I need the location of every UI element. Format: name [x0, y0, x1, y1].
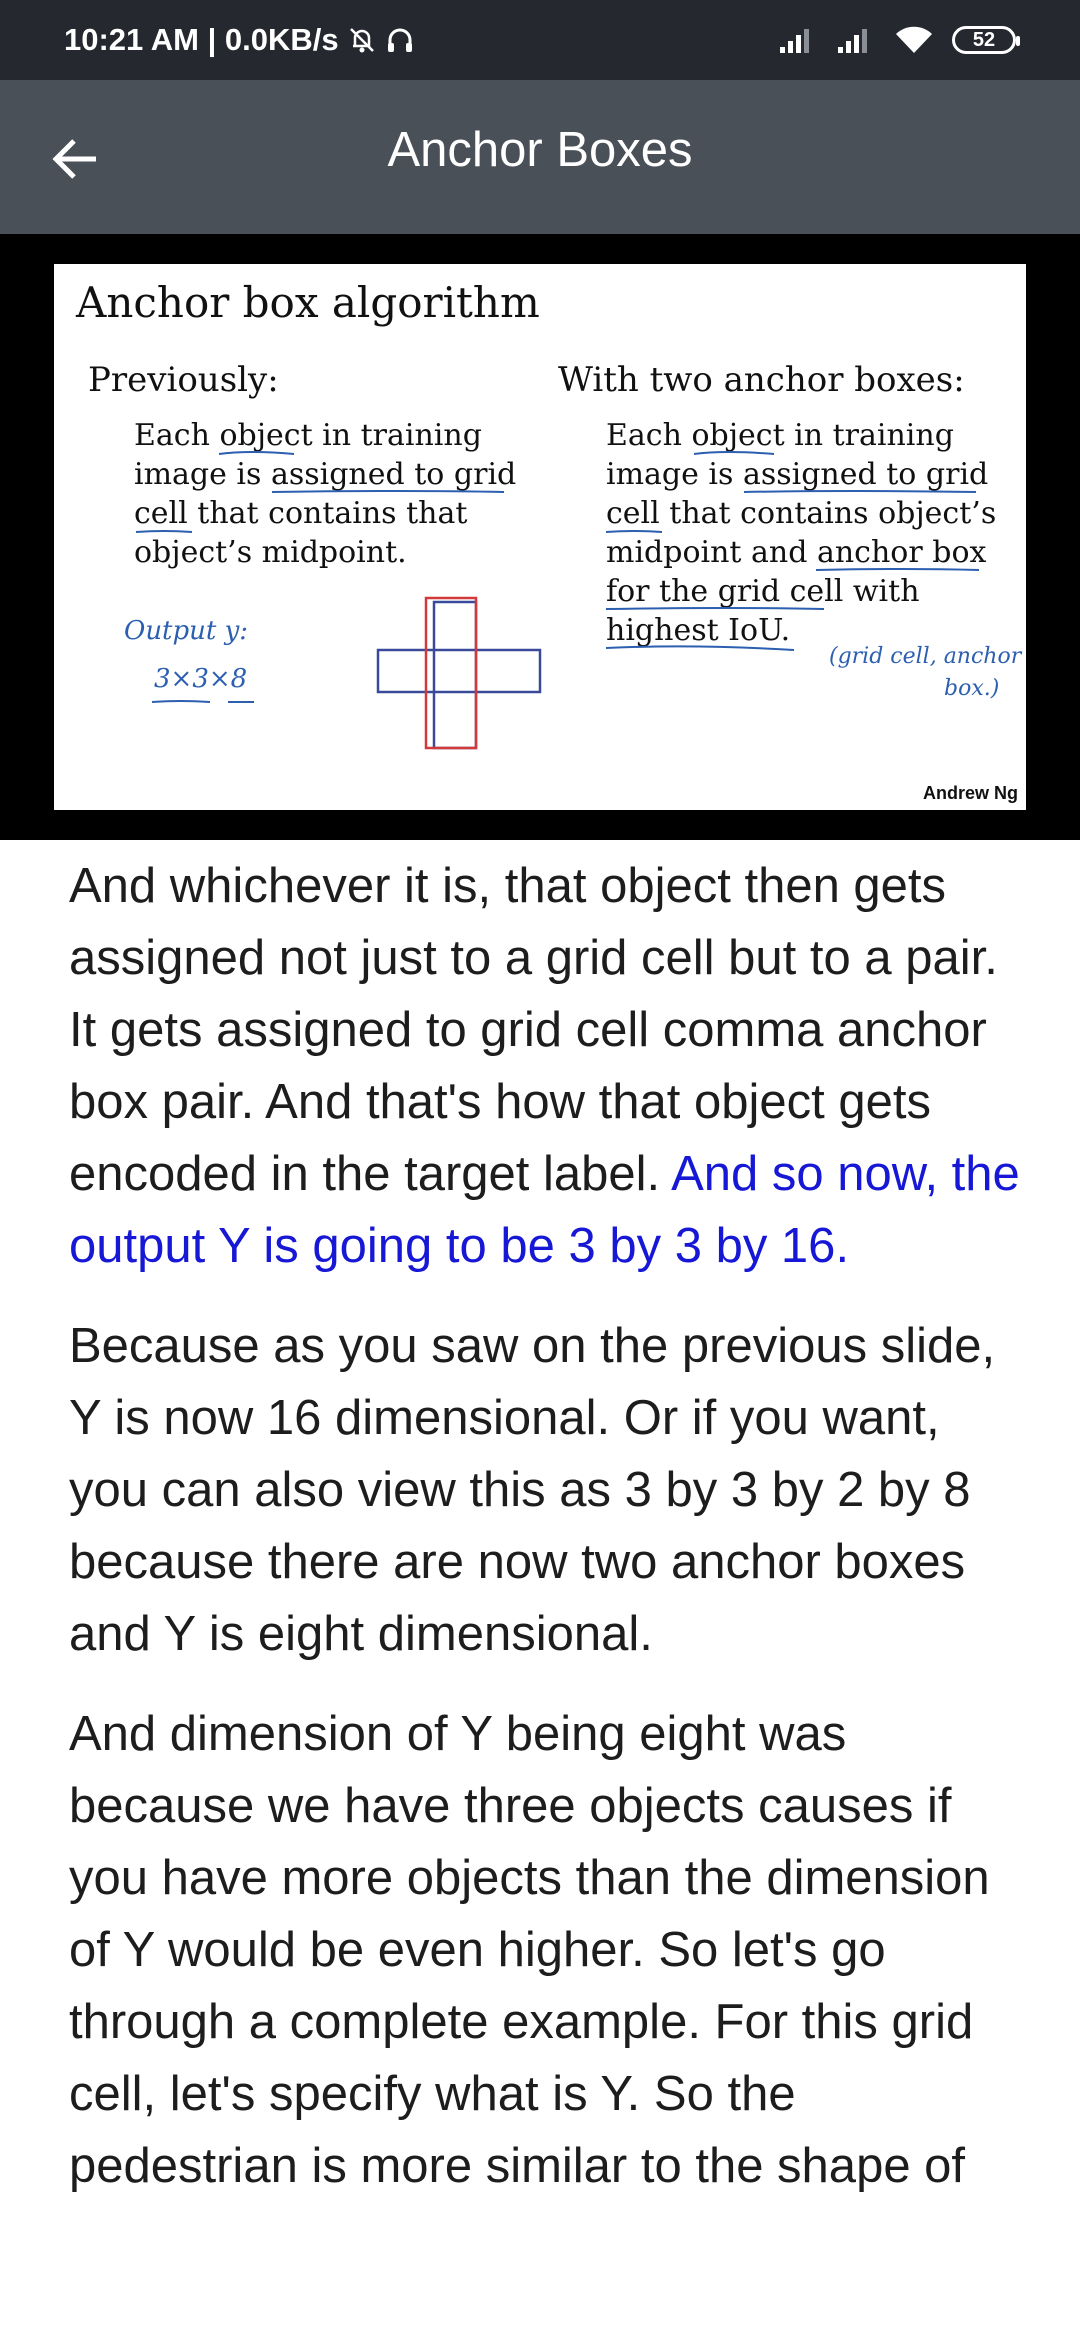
battery-level: 52	[972, 28, 996, 51]
page-title: Anchor Boxes	[387, 123, 693, 177]
status-left: 10:21 AM | 0.0KB/s	[64, 22, 415, 58]
handwritten-pair-line-1: (grid cell, anchor	[829, 644, 1022, 669]
app-bar: Anchor Boxes	[0, 80, 1080, 234]
transcript-text[interactable]: Because as you saw on the previous slide…	[69, 1319, 995, 1661]
handwritten-dims-underline	[151, 700, 254, 703]
transcript-paragraph: And whichever it is, that object then ge…	[69, 850, 1029, 1282]
anchor-box-sketch	[376, 596, 542, 750]
signal-icon	[836, 25, 876, 55]
video-player[interactable]: Anchor box algorithm Previously: Each ob…	[0, 234, 1080, 840]
lecture-slide: Anchor box algorithm Previously: Each ob…	[54, 264, 1026, 810]
wifi-icon	[894, 25, 934, 55]
status-right: 52	[778, 25, 1020, 55]
handwritten-dims: 3×3×8	[154, 664, 248, 694]
slide-credit: Andrew Ng	[922, 783, 1018, 803]
handwritten-pair-line-2: box.)	[944, 676, 1000, 701]
headphones-icon	[385, 25, 415, 55]
transcript: And whichever it is, that object then ge…	[69, 850, 1029, 2230]
transcript-text[interactable]: And dimension of Y being eight was becau…	[69, 1707, 990, 2193]
alarm-off-icon	[347, 25, 377, 55]
status-time: 10:21 AM | 0.0KB/s	[64, 22, 339, 57]
transcript-paragraph: And dimension of Y being eight was becau…	[69, 1698, 1029, 2202]
signal-icon	[778, 25, 818, 55]
battery-icon: 52	[952, 26, 1020, 54]
status-bar: 10:21 AM | 0.0KB/s 52	[0, 0, 1080, 80]
transcript-paragraph: Because as you saw on the previous slide…	[69, 1310, 1029, 1670]
handwritten-output-label: Output y:	[124, 616, 249, 646]
